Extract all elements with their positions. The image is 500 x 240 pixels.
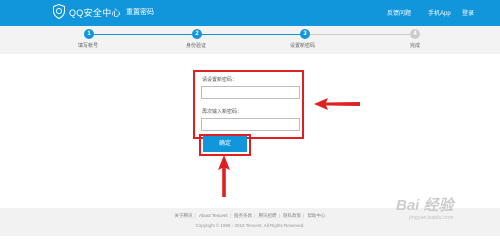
nav-feedback-link[interactable]: 反馈问题	[387, 8, 411, 17]
nav-mobile-app-link[interactable]: 手机App	[428, 8, 451, 17]
step-label-1: 填写帐号	[78, 43, 99, 49]
watermark-url: jingyan.baidu.com	[409, 215, 454, 221]
step-label-3: 设置新密码	[290, 43, 316, 49]
confirm-password-input[interactable]	[201, 118, 300, 131]
up-arrow-icon	[218, 155, 230, 197]
step-dot-2: 2	[192, 29, 202, 39]
left-arrow-icon	[314, 98, 360, 110]
footer-link-careers[interactable]: 腾讯招聘	[259, 213, 277, 218]
confirm-password-label: 再次输入新密码：	[202, 109, 243, 115]
step-dot-4: 4	[410, 29, 420, 39]
step-dot-1: 1	[84, 29, 94, 39]
step-dot-3: 3	[300, 29, 310, 39]
copyright-text: Copyright © 1998 - 2019 Tencent. All Rig…	[195, 223, 305, 228]
shield-logo-icon	[53, 4, 65, 19]
baidu-watermark: Bai 经验 jingyan.baidu.com	[396, 194, 454, 221]
nav-login-link[interactable]: 登录	[462, 8, 474, 17]
new-password-input[interactable]	[201, 86, 300, 99]
footer-link-about-en[interactable]: About Tencent	[199, 213, 228, 218]
footer-link-help[interactable]: 帮助中心	[307, 213, 325, 218]
confirm-button[interactable]: 确定	[203, 136, 247, 152]
footer-link-about[interactable]: 关于腾讯	[175, 213, 193, 218]
brand-title[interactable]: QQ安全中心	[69, 6, 121, 19]
watermark-text: Bai 经验	[396, 197, 454, 214]
step-label-2: 身份验证	[186, 43, 207, 49]
step-label-4: 完成	[410, 43, 421, 49]
progress-line-2	[200, 34, 302, 35]
new-password-label: 请设置新密码：	[202, 77, 238, 83]
progress-line-1	[90, 34, 192, 35]
page-subtitle: 重置密码	[126, 9, 154, 16]
footer-link-terms[interactable]: 服务条款	[234, 213, 252, 218]
footer-link-privacy[interactable]: 隐私政策	[283, 213, 301, 218]
progress-bar	[0, 26, 500, 54]
progress-line-3	[310, 34, 411, 35]
top-header: QQ安全中心 重置密码 反馈问题 手机App 登录	[0, 0, 500, 26]
